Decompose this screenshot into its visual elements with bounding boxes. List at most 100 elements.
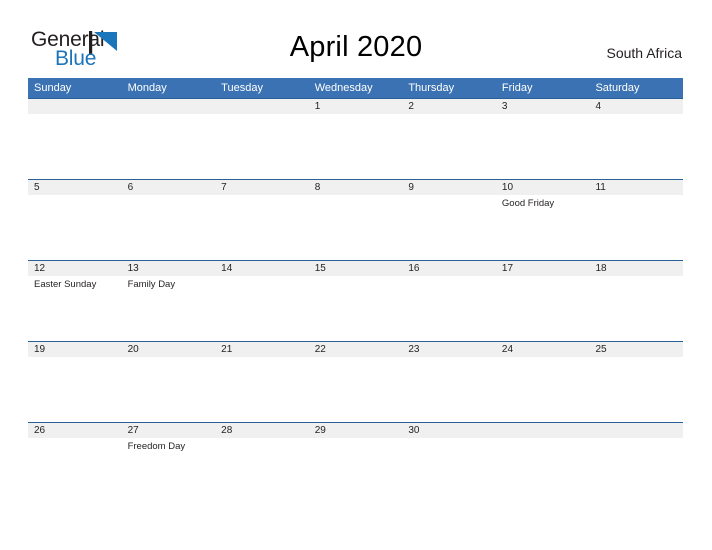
day-number[interactable]: 10 — [496, 180, 590, 195]
week-row: 5 6 7 8 9 10 11 Good Friday — [28, 179, 683, 260]
day-cell[interactable] — [28, 114, 122, 180]
day-cell[interactable] — [402, 276, 496, 342]
day-number[interactable]: 6 — [122, 180, 216, 195]
day-cell[interactable] — [309, 357, 403, 423]
day-cell[interactable] — [309, 276, 403, 342]
day-number[interactable]: 28 — [215, 423, 309, 438]
day-cell[interactable] — [28, 438, 122, 504]
day-number[interactable]: 13 — [122, 261, 216, 276]
week-row: 1 2 3 4 — [28, 98, 683, 179]
week-row: 26 27 28 29 30 Freedom Day — [28, 422, 683, 503]
region-label: South Africa — [606, 45, 683, 61]
day-number[interactable]: 11 — [589, 180, 683, 195]
day-event: Freedom Day — [127, 441, 186, 452]
day-cell[interactable] — [309, 195, 403, 261]
week-event-band — [28, 114, 683, 180]
day-cell[interactable] — [215, 114, 309, 180]
page-header: General Blue April 2020 South Africa — [0, 0, 712, 76]
day-number[interactable] — [496, 423, 590, 438]
day-number[interactable]: 17 — [496, 261, 590, 276]
day-number[interactable]: 30 — [402, 423, 496, 438]
week-number-band: 5 6 7 8 9 10 11 — [28, 180, 683, 195]
day-cell[interactable] — [402, 357, 496, 423]
week-number-band: 12 13 14 15 16 17 18 — [28, 261, 683, 276]
week-event-band — [28, 357, 683, 423]
weekday-header-row: Sunday Monday Tuesday Wednesday Thursday… — [28, 78, 683, 98]
day-number[interactable]: 25 — [589, 342, 683, 357]
day-number[interactable]: 24 — [496, 342, 590, 357]
week-event-band: Freedom Day — [28, 438, 683, 504]
calendar-page: General Blue April 2020 South Africa Sun… — [0, 0, 712, 550]
week-row: 19 20 21 22 23 24 25 — [28, 341, 683, 422]
day-number[interactable]: 27 — [122, 423, 216, 438]
day-cell[interactable] — [496, 438, 590, 504]
day-cell[interactable] — [28, 195, 122, 261]
day-number[interactable]: 9 — [402, 180, 496, 195]
day-cell[interactable] — [589, 357, 683, 423]
day-number[interactable]: 16 — [402, 261, 496, 276]
day-cell[interactable] — [122, 114, 216, 180]
day-cell[interactable] — [215, 438, 309, 504]
day-cell[interactable] — [589, 114, 683, 180]
day-cell[interactable]: Easter Sunday — [28, 276, 122, 342]
weekday-header-sunday: Sunday — [34, 82, 72, 94]
day-number[interactable] — [28, 99, 122, 114]
day-cell[interactable] — [122, 195, 216, 261]
weekday-header-monday: Monday — [127, 82, 167, 94]
day-cell[interactable] — [122, 357, 216, 423]
day-number[interactable]: 8 — [309, 180, 403, 195]
day-number[interactable]: 15 — [309, 261, 403, 276]
day-number[interactable]: 20 — [122, 342, 216, 357]
day-cell[interactable] — [402, 438, 496, 504]
day-number[interactable] — [122, 99, 216, 114]
day-cell[interactable] — [309, 438, 403, 504]
day-number[interactable]: 4 — [589, 99, 683, 114]
week-number-band: 19 20 21 22 23 24 25 — [28, 342, 683, 357]
day-number[interactable]: 22 — [309, 342, 403, 357]
day-number[interactable]: 14 — [215, 261, 309, 276]
day-number[interactable]: 3 — [496, 99, 590, 114]
weekday-header-tuesday: Tuesday — [221, 82, 263, 94]
day-number[interactable]: 29 — [309, 423, 403, 438]
day-cell[interactable] — [215, 195, 309, 261]
day-cell[interactable] — [589, 276, 683, 342]
weekday-header-saturday: Saturday — [595, 82, 640, 94]
day-cell[interactable] — [215, 276, 309, 342]
weekday-header-wednesday: Wednesday — [314, 82, 373, 94]
week-row: 12 13 14 15 16 17 18 Easter Sunday Famil… — [28, 260, 683, 341]
week-number-band: 26 27 28 29 30 — [28, 423, 683, 438]
week-number-band: 1 2 3 4 — [28, 99, 683, 114]
day-number[interactable]: 1 — [309, 99, 403, 114]
weekday-header-friday: Friday — [501, 82, 533, 94]
day-cell[interactable] — [589, 195, 683, 261]
day-number[interactable]: 26 — [28, 423, 122, 438]
day-cell[interactable]: Good Friday — [496, 195, 590, 261]
day-number[interactable]: 5 — [28, 180, 122, 195]
weekday-header-thursday: Thursday — [408, 82, 455, 94]
day-number[interactable]: 18 — [589, 261, 683, 276]
calendar-grid: Sunday Monday Tuesday Wednesday Thursday… — [28, 78, 683, 503]
day-cell[interactable] — [28, 357, 122, 423]
day-number[interactable]: 12 — [28, 261, 122, 276]
day-number[interactable] — [589, 423, 683, 438]
day-cell[interactable] — [215, 357, 309, 423]
day-cell[interactable] — [496, 114, 590, 180]
day-cell[interactable] — [402, 114, 496, 180]
day-event: Good Friday — [501, 198, 555, 209]
day-cell[interactable]: Freedom Day — [122, 438, 216, 504]
day-cell[interactable] — [496, 357, 590, 423]
day-number[interactable]: 19 — [28, 342, 122, 357]
day-cell[interactable] — [402, 195, 496, 261]
day-number[interactable]: 7 — [215, 180, 309, 195]
page-title: April 2020 — [289, 31, 423, 63]
day-event: Easter Sunday — [34, 279, 97, 290]
day-cell[interactable] — [589, 438, 683, 504]
day-number[interactable]: 2 — [402, 99, 496, 114]
day-cell[interactable] — [496, 276, 590, 342]
day-cell[interactable]: Family Day — [122, 276, 216, 342]
day-number[interactable]: 23 — [402, 342, 496, 357]
day-cell[interactable] — [309, 114, 403, 180]
day-number[interactable]: 21 — [215, 342, 309, 357]
day-number[interactable] — [215, 99, 309, 114]
week-event-band: Easter Sunday Family Day — [28, 276, 683, 342]
